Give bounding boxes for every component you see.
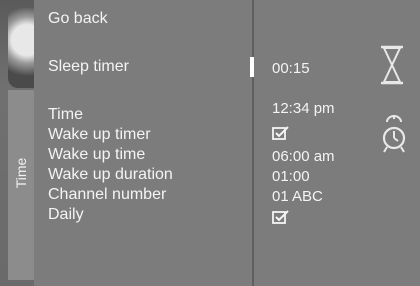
sleep-timer-item[interactable]: Sleep timer — [48, 58, 129, 76]
hourglass-icon — [381, 45, 403, 85]
wake-up-duration-item[interactable]: Wake up duration — [48, 166, 173, 184]
daily-item[interactable]: Daily — [48, 206, 84, 224]
wake-up-duration-value[interactable]: 01:00 — [272, 168, 310, 186]
sleep-timer-value[interactable]: 00:15 — [272, 60, 310, 78]
wake-up-time-value[interactable]: 06:00 am — [272, 148, 335, 166]
go-back-item[interactable]: Go back — [48, 10, 108, 28]
wake-up-time-item[interactable]: Wake up time — [48, 146, 145, 164]
tab-time-label: Time — [13, 157, 29, 189]
checkbox-checked-icon[interactable] — [272, 126, 290, 140]
selection-cursor — [250, 57, 254, 77]
channel-number-value[interactable]: 01 ABC — [272, 188, 323, 206]
tv-menu-screen: Time Go back Sleep timer Time Wake up ti… — [0, 0, 420, 286]
alarm-clock-icon — [382, 115, 406, 153]
channel-number-item[interactable]: Channel number — [48, 186, 166, 204]
time-value[interactable]: 12:34 pm — [272, 100, 335, 118]
tab-time[interactable]: Time — [8, 90, 34, 280]
checkbox-checked-icon[interactable] — [272, 210, 290, 224]
wake-up-timer-item[interactable]: Wake up timer — [48, 126, 151, 144]
time-item[interactable]: Time — [48, 106, 83, 124]
